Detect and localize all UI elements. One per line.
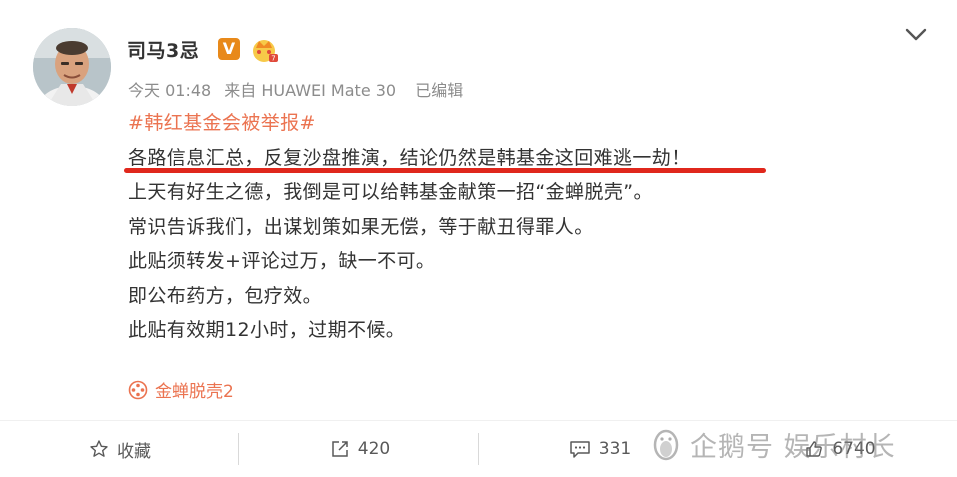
star-icon xyxy=(90,440,108,457)
super-topic-label: 金蝉脱壳2 xyxy=(155,382,234,402)
author-name[interactable]: 司马3忌 xyxy=(127,36,199,63)
verified-badge-icon: V xyxy=(218,38,240,60)
post-meta: 今天 01:48 来自 HUAWEI Mate 30 已编辑 xyxy=(128,77,471,101)
post-source: 来自 HUAWEI Mate 30 xyxy=(224,81,397,100)
comment-count: 331 xyxy=(598,439,632,459)
svg-text:7: 7 xyxy=(271,55,275,63)
favorite-button[interactable]: 收藏 xyxy=(70,421,170,477)
content-line-4: 此贴须转发+评论过万，缺一不可。 xyxy=(128,250,436,272)
repost-button[interactable]: 420 xyxy=(310,421,410,477)
content-line-5: 即公布药方，包疗效。 xyxy=(128,284,323,307)
topic-link[interactable]: #韩红基金会被举报# xyxy=(128,106,888,141)
repost-icon xyxy=(332,441,348,457)
post-content: #韩红基金会被举报# 各路信息汇总，反复沙盘推演，结论仍然是韩基金这回难逃一劫！… xyxy=(128,106,888,348)
crown-icon: 7 xyxy=(253,40,278,63)
action-separator xyxy=(238,433,239,465)
avatar[interactable] xyxy=(33,28,111,106)
content-line-3: 常识告诉我们，出谋划策如果无偿，等于献丑得罪人。 xyxy=(128,215,594,238)
like-count: 6740 xyxy=(832,439,876,459)
red-underline-annotation xyxy=(124,168,766,173)
comment-button[interactable]: 331 xyxy=(550,421,650,477)
thumbs-up-icon xyxy=(806,441,823,457)
content-line-6: 此贴有效期12小时，过期不候。 xyxy=(128,319,406,341)
super-topic-link[interactable]: 金蝉脱壳2 xyxy=(128,377,234,402)
post-time[interactable]: 今天 01:48 xyxy=(128,81,211,100)
film-reel-icon xyxy=(128,380,148,399)
edited-label[interactable]: 已编辑 xyxy=(415,81,463,100)
action-separator xyxy=(478,433,479,465)
chevron-down-icon[interactable] xyxy=(904,26,928,44)
repost-count: 420 xyxy=(357,439,391,459)
like-button[interactable]: 6740 xyxy=(790,421,890,477)
content-line-2: 上天有好生之德，我倒是可以给韩基金献策一招“金蝉脱壳”。 xyxy=(128,181,653,203)
favorite-label: 收藏 xyxy=(117,441,151,462)
comment-icon xyxy=(570,441,590,458)
action-bar: 收藏 420 331 6740 xyxy=(0,421,957,477)
